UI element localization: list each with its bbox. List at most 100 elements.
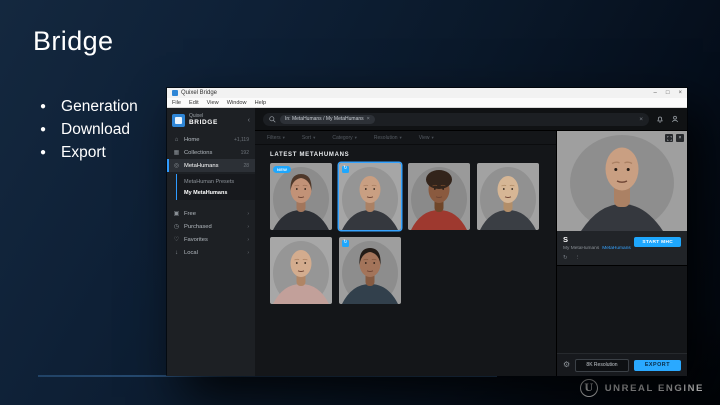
minimize-button[interactable]: – bbox=[654, 88, 657, 98]
quixel-logo-icon bbox=[172, 114, 185, 127]
detail-panel-body bbox=[557, 265, 687, 353]
chevron-down-icon: ▾ bbox=[313, 134, 316, 140]
purchased-icon: ◷ bbox=[173, 224, 180, 230]
sidebar-subitem-my-metahumans[interactable]: My MetaHumans bbox=[177, 187, 255, 198]
filter-label: Sort bbox=[301, 134, 312, 141]
menu-edit[interactable]: Edit bbox=[189, 100, 199, 106]
unreal-u-icon: U bbox=[579, 379, 598, 397]
metahuman-tile-5[interactable] bbox=[270, 237, 332, 304]
metahuman-category-link[interactable]: MetaHumans bbox=[602, 246, 631, 251]
maximize-button[interactable]: □ bbox=[666, 88, 670, 98]
refresh-icon[interactable]: ↻ bbox=[563, 255, 568, 261]
user-profile-icon[interactable] bbox=[670, 115, 679, 124]
quixel-bridge-window: Quixel Bridge – □ × File Edit View Window He… bbox=[167, 88, 687, 376]
sidebar-item-free[interactable]: ▣ Free › bbox=[167, 207, 255, 220]
detail-panel: × S My MetaHumans MetaHumans ↻ ⋮ START MH… bbox=[556, 131, 687, 376]
bullet-item: ● Generation bbox=[40, 96, 138, 118]
window-titlebar[interactable]: Quixel Bridge – □ × bbox=[167, 88, 687, 98]
start-mhc-button[interactable]: START MHC bbox=[634, 237, 681, 247]
metahumans-icon: ◎ bbox=[173, 163, 180, 169]
menu-help[interactable]: Help bbox=[255, 100, 267, 106]
sidebar-item-favorites[interactable]: ♡ Favorites › bbox=[167, 233, 255, 246]
filter-label: Resolution bbox=[373, 134, 398, 141]
export-button[interactable]: EXPORT bbox=[633, 359, 681, 371]
menu-view[interactable]: View bbox=[207, 100, 219, 106]
filter-dropdown-category[interactable]: Category ▾ bbox=[332, 135, 357, 141]
slide-bullet-list: ● Generation ● Download ● Export bbox=[40, 96, 138, 164]
filter-dropdown-sort[interactable]: Sort ▾ bbox=[302, 135, 315, 141]
menu-file[interactable]: File bbox=[172, 100, 181, 106]
export-settings-gear-icon[interactable]: ⚙ bbox=[563, 361, 570, 369]
metahuman-tile-3[interactable] bbox=[408, 163, 470, 230]
sidebar-item-label: Free bbox=[184, 210, 196, 217]
bullet-label: Download bbox=[61, 121, 130, 138]
close-button[interactable]: × bbox=[678, 88, 682, 98]
sidebar-item-label: Local bbox=[184, 249, 198, 256]
metahumans-submenu: MetaHuman Presets My MetaHumans bbox=[176, 174, 255, 200]
home-icon: ⌂ bbox=[174, 136, 179, 143]
metahuman-tile-1[interactable]: NEW bbox=[270, 163, 332, 230]
chevron-right-icon: › bbox=[247, 236, 249, 243]
logo-text-bridge: BRIDGE bbox=[189, 118, 218, 126]
sidebar-item-label: MetaHumans bbox=[184, 162, 219, 169]
chevron-down-icon: ▾ bbox=[282, 134, 285, 140]
filter-label: View bbox=[418, 134, 430, 141]
free-icon: ▣ bbox=[173, 211, 180, 217]
sidebar-item-label: Favorites bbox=[184, 236, 208, 243]
slide-title: Bridge bbox=[33, 26, 114, 56]
chevron-down-icon: ▾ bbox=[431, 134, 434, 140]
sidebar-item-home[interactable]: ⌂ Home +1,119 bbox=[167, 133, 255, 146]
metahuman-grid: NEW ↻ ↻ bbox=[270, 163, 556, 304]
filter-label: Filters bbox=[267, 134, 281, 141]
chevron-right-icon: › bbox=[247, 223, 249, 230]
bullet-label: Export bbox=[61, 144, 106, 161]
unreal-engine-logo: U UNREAL ENGINE bbox=[579, 379, 704, 397]
sidebar-item-local[interactable]: ↓ Local › bbox=[167, 246, 255, 259]
chevron-right-icon: › bbox=[247, 210, 249, 217]
chip-remove-icon[interactable]: × bbox=[367, 116, 370, 122]
bullet-item: ● Export bbox=[40, 142, 138, 164]
metahuman-tile-2[interactable]: ↻ bbox=[339, 163, 401, 230]
sidebar: Quixel BRIDGE ‹ ⌂ Home +1,119 ▦ Collections 1… bbox=[167, 108, 255, 376]
metahuman-tile-6[interactable]: ↻ bbox=[339, 237, 401, 304]
notifications-bell-icon[interactable] bbox=[655, 115, 664, 124]
chevron-right-icon: › bbox=[247, 249, 249, 256]
metahuman-category: My MetaHumans bbox=[563, 246, 600, 251]
filter-dropdown-view[interactable]: View ▾ bbox=[419, 135, 434, 141]
search-input[interactable]: In: MetaHumans / My MetaHumans × × bbox=[263, 112, 649, 126]
sidebar-item-label: Home bbox=[184, 136, 200, 143]
expand-preview-icon[interactable] bbox=[665, 134, 673, 142]
menu-bar: File Edit View Window Help bbox=[167, 98, 687, 108]
unreal-engine-wordmark: UNREAL ENGINE bbox=[604, 382, 704, 394]
cloud-sync-icon: ↻ bbox=[342, 240, 349, 247]
bullet-item: ● Download bbox=[40, 119, 138, 141]
sidebar-collapse-icon[interactable]: ‹ bbox=[248, 117, 250, 124]
sidebar-item-purchased[interactable]: ◷ Purchased › bbox=[167, 220, 255, 233]
bullet-label: Generation bbox=[61, 98, 138, 115]
new-badge: NEW bbox=[273, 166, 292, 173]
metahuman-tile-4[interactable] bbox=[477, 163, 539, 230]
chevron-down-icon: ▾ bbox=[354, 134, 357, 140]
search-icon bbox=[269, 115, 276, 123]
chevron-down-icon: ▾ bbox=[399, 134, 402, 140]
more-options-icon[interactable]: ⋮ bbox=[575, 255, 581, 261]
section-title: LATEST METAHUMANS bbox=[270, 152, 350, 158]
search-scope-chip[interactable]: In: MetaHumans / My MetaHumans × bbox=[280, 114, 375, 124]
detail-info: S My MetaHumans MetaHumans ↻ ⋮ START MHC bbox=[557, 231, 687, 265]
sidebar-item-metahumans[interactable]: ◎ MetaHumans 28 bbox=[167, 159, 255, 172]
app-icon bbox=[172, 90, 178, 96]
close-preview-icon[interactable]: × bbox=[676, 134, 684, 142]
local-icon: ↓ bbox=[175, 249, 178, 256]
search-chip-label: In: MetaHumans / My MetaHumans bbox=[285, 116, 364, 122]
metahuman-preview[interactable]: × bbox=[557, 131, 687, 231]
resolution-dropdown[interactable]: 8K Resolution bbox=[575, 358, 629, 372]
filter-dropdown-resolution[interactable]: Resolution ▾ bbox=[374, 135, 402, 141]
top-search-bar: In: MetaHumans / My MetaHumans × × bbox=[255, 108, 687, 131]
menu-window[interactable]: Window bbox=[227, 100, 247, 106]
sidebar-item-count: 28 bbox=[243, 162, 249, 169]
search-clear-icon[interactable]: × bbox=[639, 116, 643, 123]
sidebar-subitem-metahuman-presets[interactable]: MetaHuman Presets bbox=[177, 176, 255, 187]
filter-dropdown-filters[interactable]: Filters ▾ bbox=[267, 135, 285, 141]
bullet-dot-icon: ● bbox=[40, 101, 47, 112]
sidebar-item-collections[interactable]: ▦ Collections 192 bbox=[167, 146, 255, 159]
